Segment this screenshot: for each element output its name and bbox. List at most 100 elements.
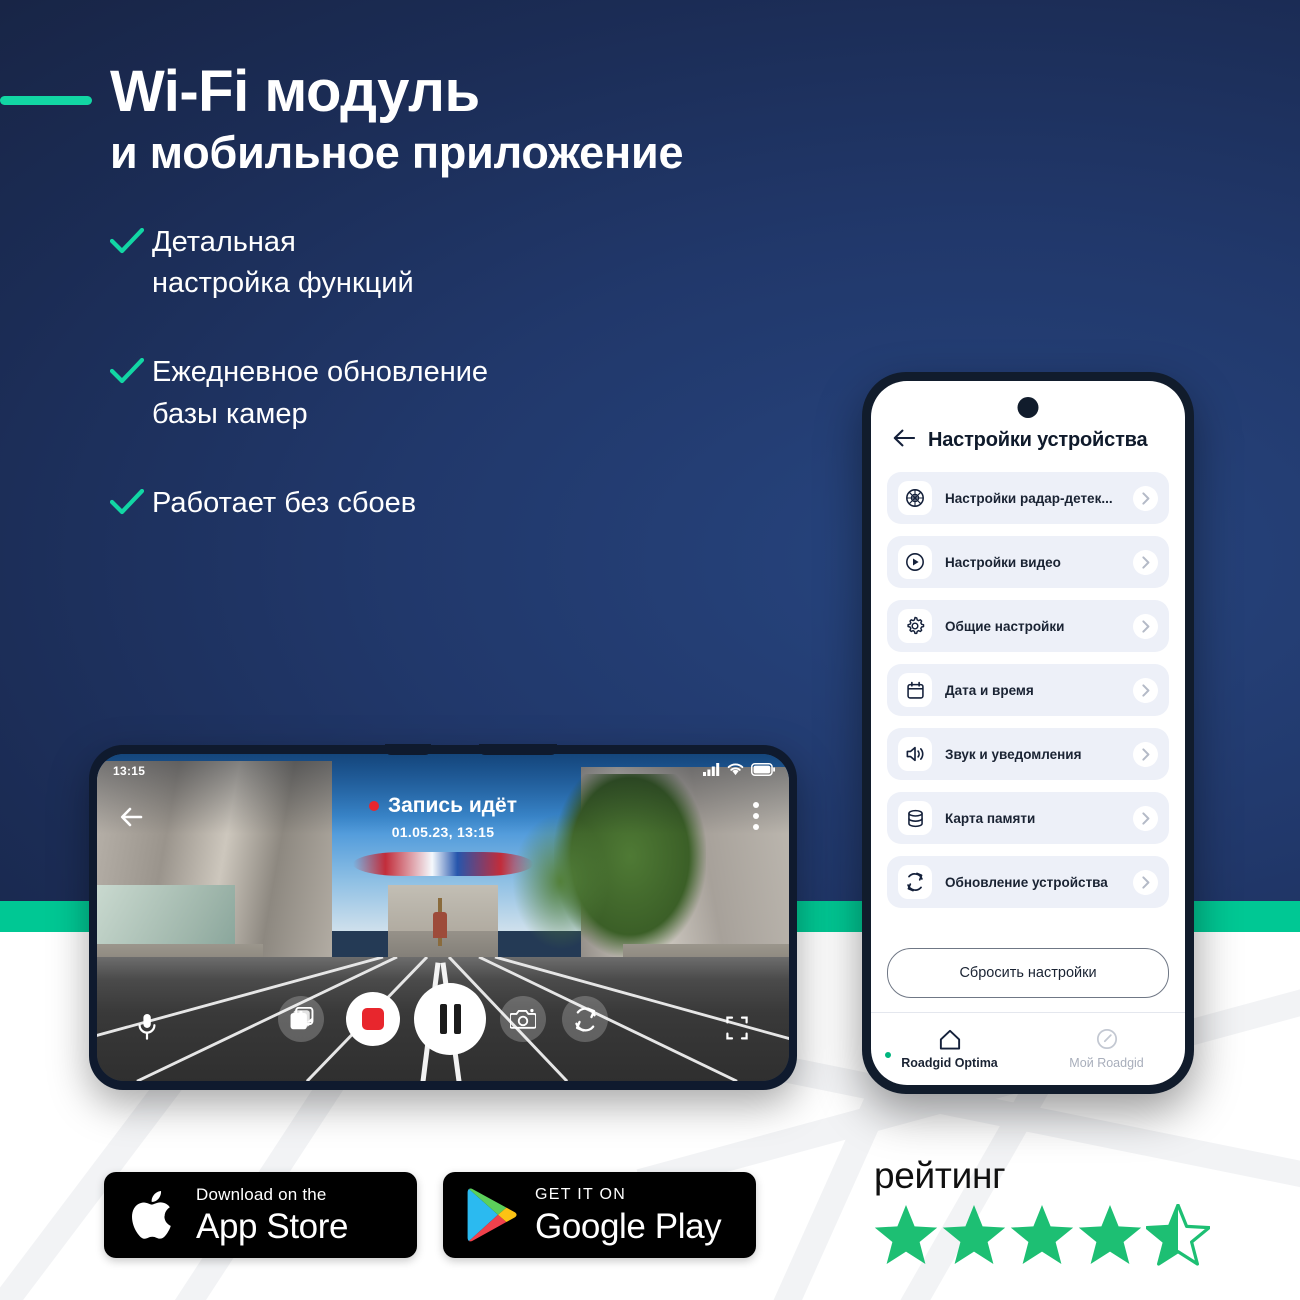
sidebar-item-date-time[interactable]: Дата и время [887, 664, 1169, 716]
accent-dash [0, 96, 92, 105]
bullet-1-line-1: Детальная [152, 226, 296, 258]
star-icon-full [1078, 1205, 1142, 1264]
chevron-right-icon [1133, 677, 1158, 703]
app-store-text: Download on the App Store [196, 1186, 348, 1244]
record-icon [362, 1008, 384, 1030]
list-item-text: Работает без сбоев [152, 483, 416, 524]
app-screen: Настройки устройства Настройки радар-дет… [871, 381, 1185, 1085]
bullet-2-line-1: Ежедневное обновление [152, 356, 489, 389]
page-title-line2: и мобильное приложение [110, 127, 684, 178]
sidebar-item-label: Звук и уведомления [945, 746, 1082, 762]
chevron-right-icon [1133, 741, 1158, 767]
chevron-right-icon [1133, 869, 1158, 895]
record-button[interactable] [346, 992, 400, 1046]
promo-banner: Wi-Fi модуль и мобильное приложение Дета… [0, 0, 1300, 1300]
cellular-signal-icon [703, 763, 720, 776]
record-indicator-dot [368, 801, 379, 811]
sidebar-item-video-settings[interactable]: Настройки видео [887, 536, 1169, 588]
rating-stars [874, 1204, 1210, 1266]
tab-roadgid-optima[interactable]: Roadgid Optima [871, 1029, 1028, 1070]
page-title: Настройки устройства [928, 429, 1148, 451]
app-store-badge[interactable]: Download on the App Store [104, 1172, 417, 1258]
list-item: Детальная настройка функций [110, 222, 730, 304]
switch-camera-button[interactable] [562, 996, 608, 1042]
sidebar-item-label: Настройки видео [945, 554, 1061, 570]
app-store-subtitle: Download on the [196, 1185, 327, 1204]
check-icon [110, 228, 152, 255]
sidebar-item-label: Общие настройки [945, 618, 1065, 634]
chevron-right-icon [1133, 485, 1158, 511]
refresh-icon [898, 865, 932, 899]
active-tab-dot [885, 1051, 891, 1058]
app-store-title: App Store [196, 1207, 349, 1246]
sidebar-item-label: Карта памяти [945, 810, 1036, 826]
app-header: Настройки устройства [871, 381, 1185, 466]
rating-label: рейтинг [874, 1155, 1006, 1196]
speedometer-icon [1096, 1028, 1117, 1050]
list-item-text: Ежедневное обновление базы камер [152, 352, 488, 434]
scene-spire [433, 897, 448, 946]
back-button[interactable] [893, 429, 916, 452]
sidebar-item-label: Настройки радар-детек... [945, 490, 1113, 506]
recording-datetime: 01.05.23, 13:15 [391, 824, 495, 840]
photo-button[interactable] [500, 996, 546, 1042]
sidebar-item-general-settings[interactable]: Общие настройки [887, 600, 1169, 652]
bullet-3-line-1: Работает без сбоев [152, 486, 417, 519]
list-item: Работает без сбоев [110, 483, 730, 524]
calendar-icon [898, 673, 932, 707]
google-play-logo-icon [467, 1188, 517, 1242]
battery-icon [751, 763, 775, 776]
sidebar-item-device-update[interactable]: Обновление устройства [887, 856, 1169, 908]
chevron-right-icon [1133, 805, 1158, 831]
bullet-2-line-2: базы камер [152, 397, 308, 430]
star-icon-full [874, 1205, 938, 1264]
play-circle-icon [898, 545, 932, 579]
status-time: 13:15 [113, 764, 146, 778]
feature-list: Детальная настройка функций Ежедневное о… [110, 222, 730, 572]
google-play-badge[interactable]: GET IT ON Google Play [443, 1172, 756, 1258]
sidebar-item-sound-notifications[interactable]: Звук и уведомления [887, 728, 1169, 780]
tab-label: Roadgid Optima [901, 1055, 998, 1070]
list-item-text: Детальная настройка функций [152, 222, 414, 304]
chevron-right-icon [1133, 549, 1158, 575]
tab-my-roadgid[interactable]: Мой Roadgid [1028, 1028, 1185, 1070]
radar-icon [898, 481, 932, 515]
database-icon [898, 801, 932, 835]
fullscreen-button[interactable] [725, 1016, 749, 1045]
wifi-icon [727, 763, 744, 776]
google-play-text: GET IT ON Google Play [535, 1185, 722, 1246]
front-camera-punchhole [1017, 397, 1039, 418]
tab-label: Мой Roadgid [1069, 1056, 1144, 1070]
page-title-line1: Wi-Fi модуль [110, 59, 480, 124]
settings-phone-portrait: Настройки устройства Настройки радар-дет… [862, 372, 1194, 1094]
pause-icon [439, 1004, 461, 1034]
apple-logo-icon [131, 1191, 171, 1239]
gallery-icon [290, 1006, 313, 1029]
google-play-title: Google Play [535, 1206, 722, 1246]
phone-notch-camera [479, 744, 557, 755]
reset-settings-button[interactable]: Сбросить настройки [887, 948, 1169, 998]
status-icons [703, 763, 775, 776]
settings-list: Настройки радар-детек... Настройки видео [871, 466, 1185, 938]
back-arrow-icon [893, 429, 916, 447]
sidebar-item-radar-settings[interactable]: Настройки радар-детек... [887, 472, 1169, 524]
check-icon [110, 488, 152, 516]
dashcam-screen: 13:15 Запись идёт 01.05.23, 13:15 [97, 754, 789, 1081]
sidebar-item-memory-card[interactable]: Карта памяти [887, 792, 1169, 844]
dashcam-controls [97, 983, 789, 1055]
camera-icon [510, 1008, 536, 1029]
bottom-tab-bar: Roadgid Optima Мой Roadgid [871, 1012, 1185, 1085]
check-icon [110, 358, 152, 385]
gallery-button[interactable] [278, 996, 324, 1042]
list-item: Ежедневное обновление базы камер [110, 352, 730, 434]
bullet-1-line-2: настройка функций [152, 267, 414, 300]
google-play-subtitle: GET IT ON [535, 1185, 627, 1203]
sidebar-item-label: Обновление устройства [945, 874, 1108, 890]
star-icon-full [1010, 1205, 1074, 1264]
pause-button[interactable] [414, 983, 486, 1055]
switch-camera-icon [574, 1006, 596, 1032]
gear-icon [898, 609, 932, 643]
chevron-right-icon [1133, 613, 1158, 639]
star-icon-half [1146, 1204, 1210, 1266]
recording-status-line: Запись идёт [368, 794, 517, 818]
